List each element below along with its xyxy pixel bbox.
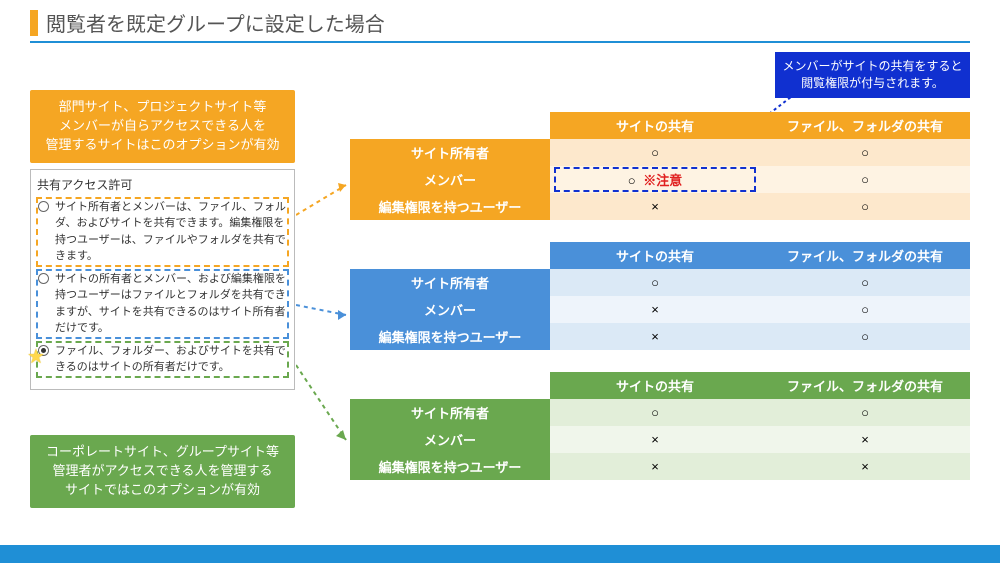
blank-header — [350, 372, 550, 399]
cell: × — [550, 296, 760, 323]
col-file-share: ファイル、フォルダの共有 — [760, 112, 970, 139]
col-site-share: サイトの共有 — [550, 112, 760, 139]
table-orange: サイトの共有 ファイル、フォルダの共有 サイト所有者 ○ ○ メンバー ○ ※注… — [350, 112, 970, 220]
cell: × — [760, 426, 970, 453]
callout-green: コーポレートサイト、グループサイト等 管理者がアクセスできる人を管理する サイト… — [30, 435, 295, 508]
col-site-share: サイトの共有 — [550, 372, 760, 399]
cell: × — [550, 453, 760, 480]
perm-option-1[interactable]: サイトの所有者とメンバー、および編集権限を持つユーザーはファイルとフォルダを共有… — [37, 270, 288, 338]
row-editor: 編集権限を持つユーザー — [350, 323, 550, 350]
perm-option-text: サイト所有者とメンバーは、ファイル、フォルダ、およびサイトを共有できます。編集権… — [55, 199, 287, 265]
blank-header — [350, 242, 550, 269]
col-site-share: サイトの共有 — [550, 242, 760, 269]
permission-box-title: 共有アクセス許可 — [37, 176, 288, 194]
perm-option-text: ファイル、フォルダー、およびサイトを共有できるのはサイトの所有者だけです。 — [55, 343, 287, 376]
cell: ○ — [550, 269, 760, 296]
perm-option-text: サイトの所有者とメンバー、および編集権限を持つユーザーはファイルとフォルダを共有… — [55, 271, 287, 337]
cell: × — [550, 193, 760, 220]
cell: ○ — [760, 139, 970, 166]
table-green: サイトの共有 ファイル、フォルダの共有 サイト所有者 ○ ○ メンバー × × … — [350, 372, 970, 480]
cell-warn: ○ ※注意 — [550, 166, 760, 193]
cell: ○ — [760, 399, 970, 426]
title-accent — [30, 10, 38, 36]
radio-icon — [38, 273, 49, 284]
cell: ○ — [760, 296, 970, 323]
cell: ○ — [550, 399, 760, 426]
row-editor: 編集権限を持つユーザー — [350, 453, 550, 480]
row-owner: サイト所有者 — [350, 269, 550, 296]
col-file-share: ファイル、フォルダの共有 — [760, 372, 970, 399]
row-member: メンバー — [350, 296, 550, 323]
row-member: メンバー — [350, 166, 550, 193]
star-icon: ★ — [27, 342, 45, 372]
radio-icon — [38, 201, 49, 212]
warn-label: ※注意 — [643, 173, 682, 188]
tables-area: サイトの共有 ファイル、フォルダの共有 サイト所有者 ○ ○ メンバー ○ ※注… — [350, 112, 970, 502]
cell: ○ — [760, 166, 970, 193]
footer-bar — [0, 545, 1000, 563]
row-owner: サイト所有者 — [350, 399, 550, 426]
connector-blue — [296, 300, 354, 330]
cell: × — [550, 426, 760, 453]
perm-option-2[interactable]: ★ ファイル、フォルダー、およびサイトを共有できるのはサイトの所有者だけです。 — [37, 342, 288, 377]
page-title-bar: 閲覧者を既定グループに設定した場合 — [0, 0, 1000, 41]
connector-green — [296, 360, 354, 450]
blank-header — [350, 112, 550, 139]
cell: ○ — [760, 269, 970, 296]
col-file-share: ファイル、フォルダの共有 — [760, 242, 970, 269]
callout-orange: 部門サイト、プロジェクトサイト等 メンバーが自らアクセスできる人を 管理するサイ… — [30, 90, 295, 163]
row-member: メンバー — [350, 426, 550, 453]
connector-orange — [296, 180, 354, 220]
cell-mark: ○ — [628, 173, 636, 188]
cell: ○ — [760, 323, 970, 350]
row-owner: サイト所有者 — [350, 139, 550, 166]
row-editor: 編集権限を持つユーザー — [350, 193, 550, 220]
cell: × — [760, 453, 970, 480]
permission-box: 共有アクセス許可 サイト所有者とメンバーは、ファイル、フォルダ、およびサイトを共… — [30, 169, 295, 390]
title-underline — [30, 41, 970, 43]
top-banner: メンバーがサイトの共有をすると 閲覧権限が付与されます。 — [775, 52, 970, 98]
banner-line2: 閲覧権限が付与されます。 — [801, 76, 944, 90]
perm-option-0[interactable]: サイト所有者とメンバーは、ファイル、フォルダ、およびサイトを共有できます。編集権… — [37, 198, 288, 266]
cell: ○ — [760, 193, 970, 220]
cell: ○ — [550, 139, 760, 166]
page-title: 閲覧者を既定グループに設定した場合 — [46, 8, 385, 37]
table-blue: サイトの共有 ファイル、フォルダの共有 サイト所有者 ○ ○ メンバー × ○ … — [350, 242, 970, 350]
cell: × — [550, 323, 760, 350]
banner-line1: メンバーがサイトの共有をすると — [782, 59, 962, 73]
